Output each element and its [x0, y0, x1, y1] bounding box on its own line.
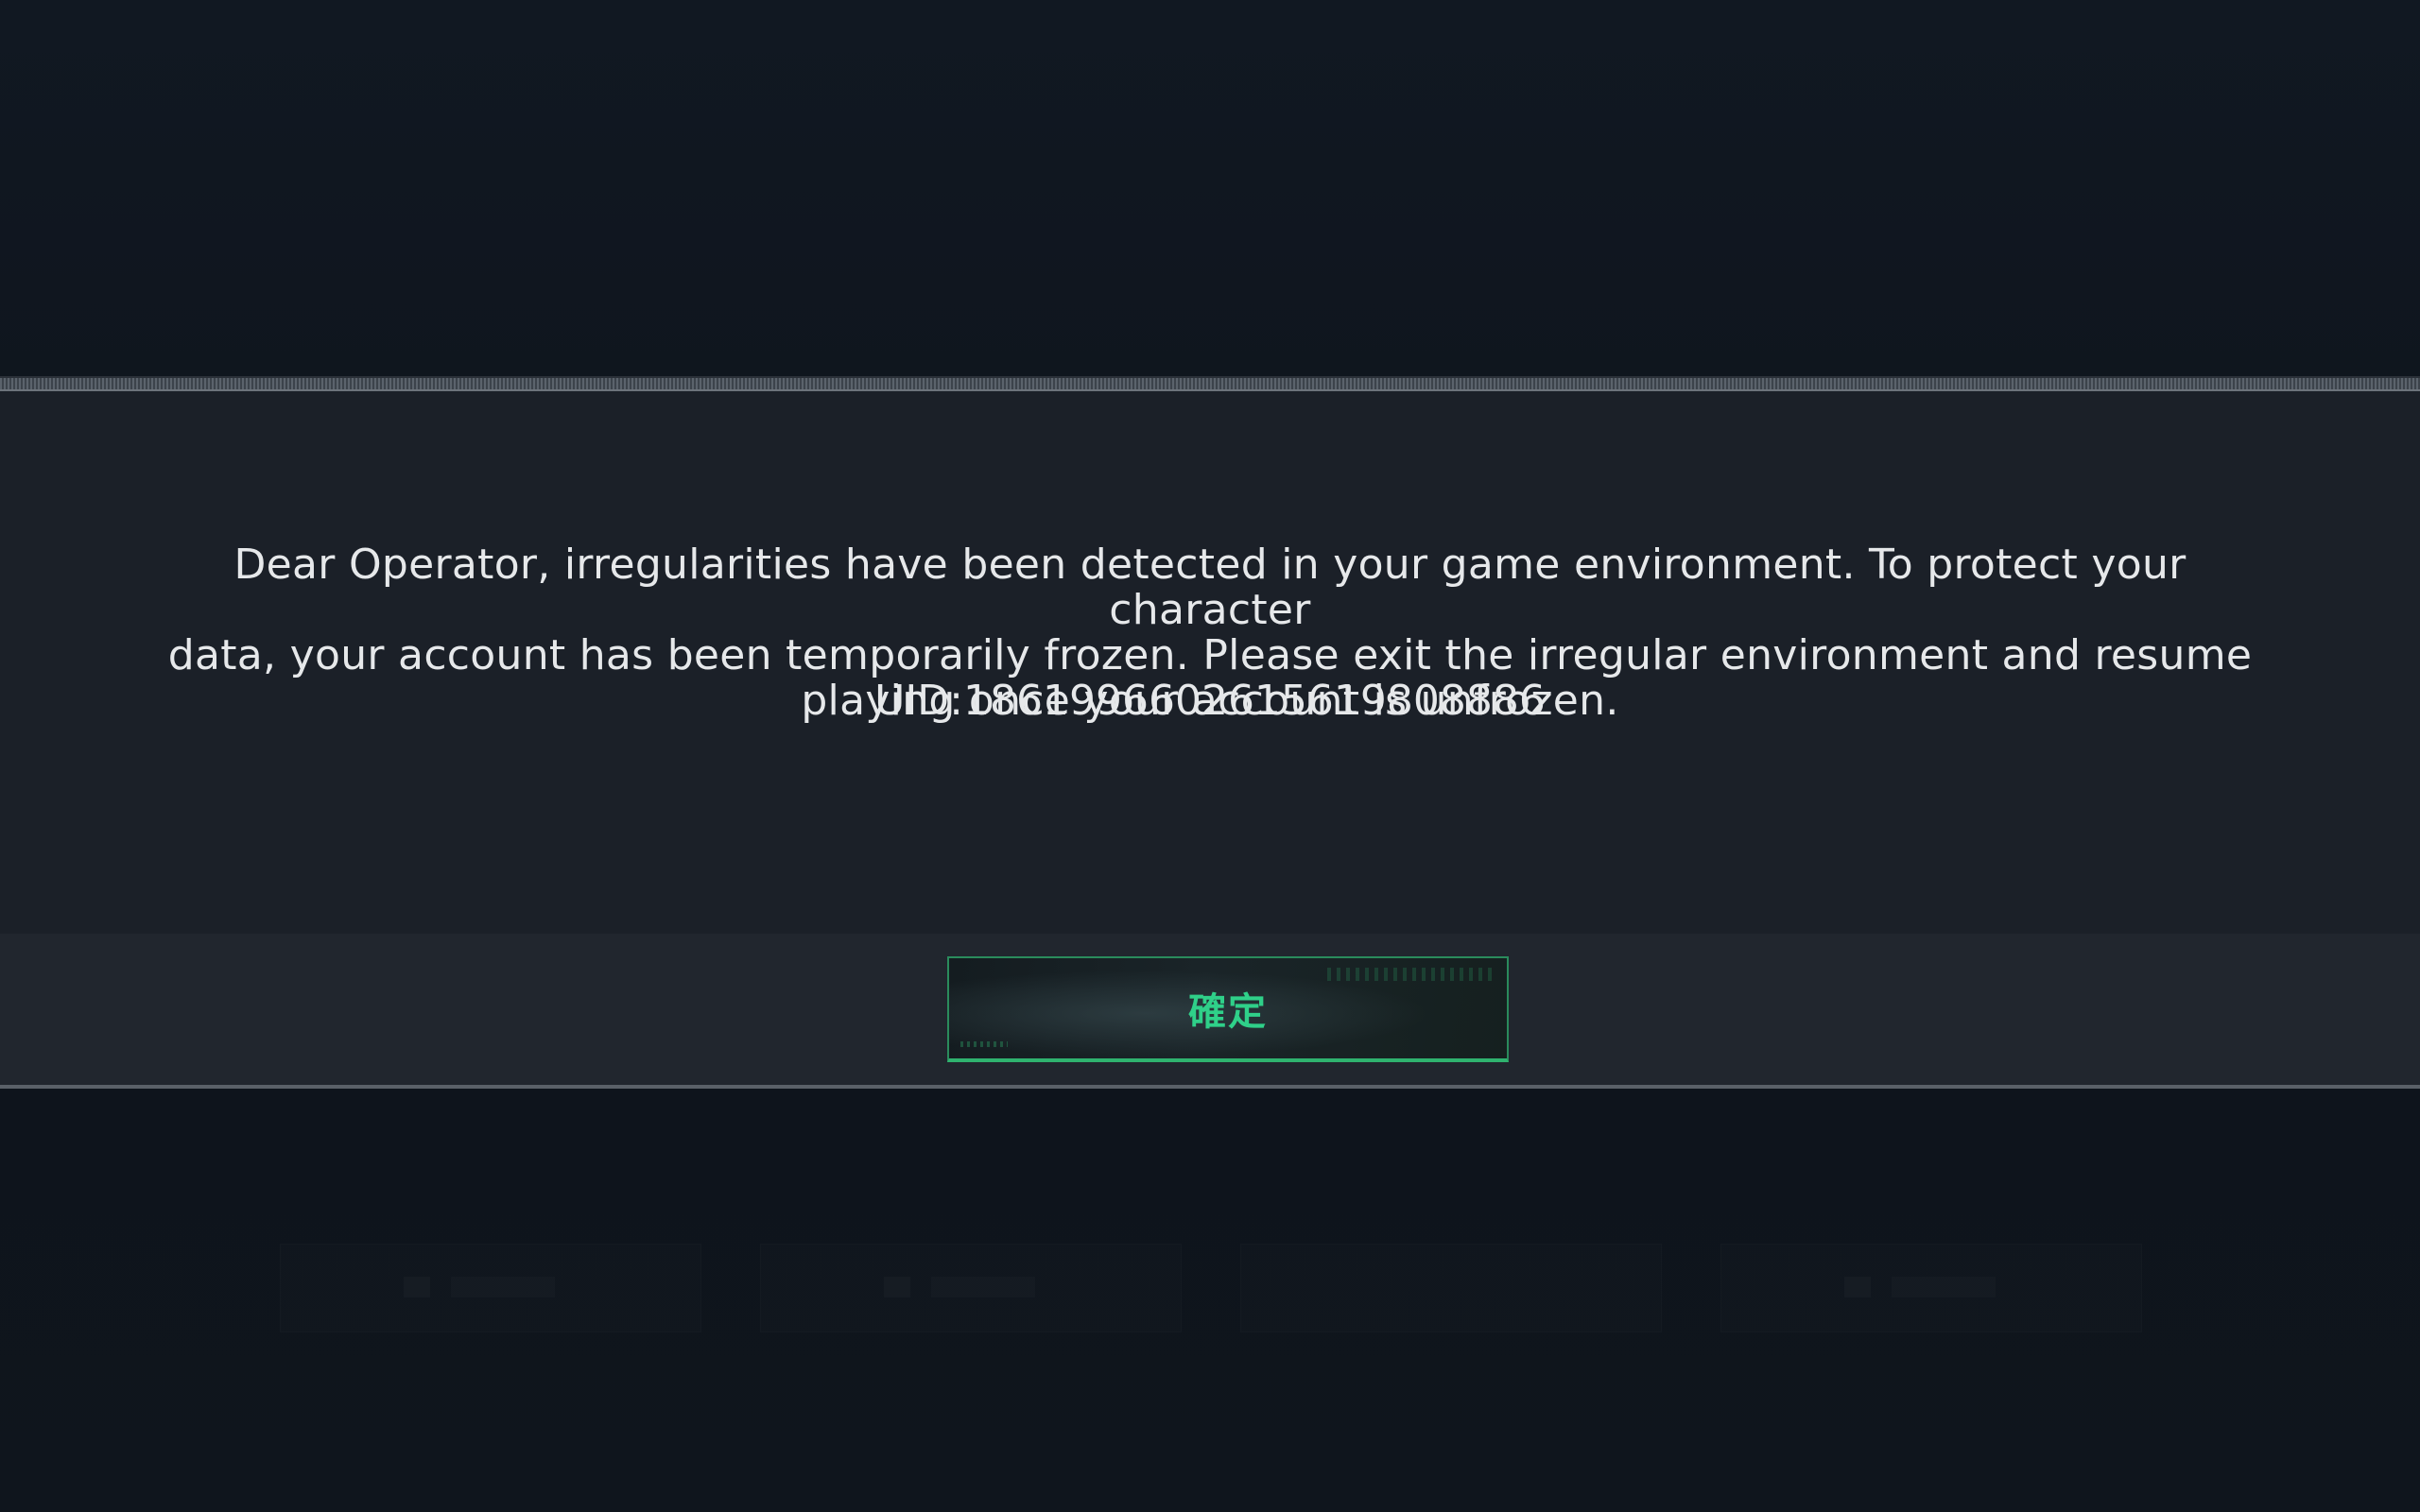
button-decoration: [960, 1041, 1008, 1047]
user-uid: UID:1861996602615619808886: [874, 677, 1546, 725]
button-decoration: [1327, 968, 1497, 981]
tab-label: [931, 1277, 1035, 1297]
account-frozen-dialog: Dear Operator, irregularities have been …: [0, 376, 2420, 1089]
tab-icon: [1844, 1277, 1871, 1297]
tab-icon: [404, 1277, 430, 1297]
background-tab: [1720, 1244, 2142, 1332]
dialog-body: Dear Operator, irregularities have been …: [0, 391, 2420, 934]
dialog-top-border: [0, 376, 2420, 391]
background-tab: [760, 1244, 1182, 1332]
background-tab-bar: [0, 1238, 2420, 1332]
tab-label: [451, 1277, 555, 1297]
dialog-footer: 確定: [0, 934, 2420, 1089]
background-tab: [280, 1244, 701, 1332]
game-screen: Dear Operator, irregularities have been …: [0, 0, 2420, 1512]
confirm-button-label: 確定: [1188, 990, 1268, 1034]
tab-icon: [884, 1277, 910, 1297]
background-tab: [1240, 1244, 1662, 1332]
confirm-button[interactable]: 確定: [947, 956, 1509, 1062]
tab-label: [1892, 1277, 1996, 1297]
